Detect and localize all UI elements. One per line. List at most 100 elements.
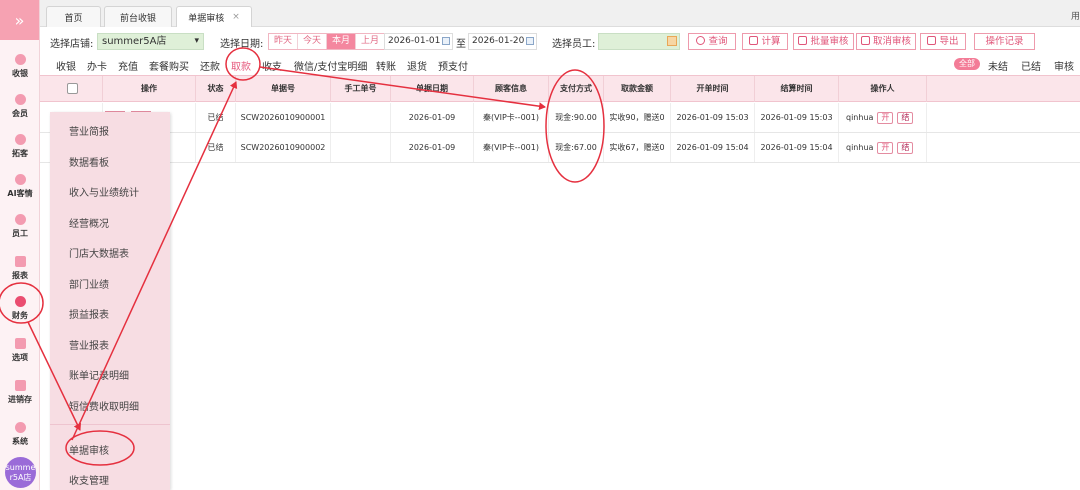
tab-label: 前台收银 [119,13,156,24]
export-button[interactable]: 导出 [920,33,966,50]
settle-badge[interactable]: 结 [897,141,914,154]
page-tab-bar: 首页 前台收银 单据审核 × 用 [40,0,1080,27]
rail-item-ai[interactable]: AI客情 [0,166,40,206]
subtab-recharge[interactable]: 充值 [118,58,138,73]
menu-item-store-big-data[interactable]: 门店大数据表 [69,245,129,260]
row-doc-no[interactable]: SCW2026010900001 [236,103,331,132]
quick-date-today[interactable]: 今天 [298,34,328,49]
row-payment: 现金:67.00 [549,133,604,162]
subtab-transfer[interactable]: 转账 [376,58,396,73]
rail-item-finance[interactable]: 财务 [0,288,40,328]
rail-item-report[interactable]: 报表 [0,248,40,288]
rail-item-system[interactable]: 系统 [0,414,40,454]
quick-date-last-month[interactable]: 上月 [356,34,384,49]
rail-item-inventory[interactable]: 进销存 [0,372,40,412]
col-header: 取款金额 [604,76,671,102]
date-separator: 至 [456,39,466,50]
row-open-time: 2026-01-09 15:03 [671,103,755,132]
rail-item-customer[interactable]: 拓客 [0,126,40,166]
query-button[interactable]: 查询 [688,33,736,50]
batch-audit-button[interactable]: 批量审核 [793,33,854,50]
menu-item-profit-loss[interactable]: 损益报表 [69,306,109,321]
col-header: 支付方式 [549,76,604,102]
subtab-repay[interactable]: 还款 [200,58,220,73]
subtab-wechat-alipay[interactable]: 微信/支付宝明细 [294,58,367,73]
menu-item-income-expense-mgmt[interactable]: 收支管理 [69,472,109,487]
rail-item-label: 进销存 [8,394,32,404]
subtab-card[interactable]: 办卡 [87,58,107,73]
col-header: 操作人 [839,76,927,102]
calc-button[interactable]: 计算 [742,33,788,50]
store-label: 选择店铺: [50,39,94,50]
menu-item-sms-fee-detail[interactable]: 短信费收取明细 [69,398,139,413]
tab-bar-edge-text: 用 [1070,12,1080,22]
rail-item-label: 会员 [12,108,28,118]
tab-doc-audit[interactable]: 单据审核 × [176,6,252,27]
status-filter-all[interactable]: 全部 [954,58,980,70]
store-select[interactable]: summer5A店 ▾ [97,33,204,50]
menu-item-revenue-stats[interactable]: 收入与业绩统计 [69,184,139,199]
table-row[interactable]: 已结 SCW2026010900002 2026-01-09 秦(VIP卡--0… [40,133,1080,163]
tab-front-cashier[interactable]: 前台收银 [104,6,172,27]
op-log-label: 操作记录 [985,36,1024,47]
rail-item-cashier[interactable]: 收银 [0,46,40,86]
menu-item-business-report[interactable]: 营业报表 [69,337,109,352]
finance-icon [14,295,26,307]
subtab-cashier[interactable]: 收银 [56,58,76,73]
open-badge[interactable]: 开 [877,141,894,154]
rail-item-label: AI客情 [7,188,33,198]
menu-item-data-dashboard[interactable]: 数据看板 [69,154,109,169]
employee-picker-icon[interactable] [667,36,677,46]
employee-label: 选择员工: [552,39,596,50]
op-log-button[interactable]: 操作记录 [974,33,1035,50]
menu-item-dept-performance[interactable]: 部门业绩 [69,276,109,291]
rail-item-options[interactable]: 选项 [0,330,40,370]
calendar-icon[interactable] [526,37,534,45]
cashier-icon [14,53,26,65]
calendar-icon[interactable] [442,37,450,45]
status-filter-settled[interactable]: 已结 [1021,58,1041,73]
quick-date-yesterday[interactable]: 昨天 [269,34,299,49]
subtab-return[interactable]: 退货 [407,58,427,73]
expand-rail-icon[interactable]: » [0,0,39,40]
table-row[interactable]: 已结 SCW2026010900001 2026-01-09 秦(VIP卡--0… [40,103,1080,133]
status-filter-open[interactable]: 未结 [988,58,1008,73]
date-to-input[interactable]: 2026-01-20 [468,33,537,50]
settle-badge[interactable]: 结 [897,111,914,124]
subtab-prepay[interactable]: 预支付 [438,58,468,73]
filter-bar: 选择店铺: summer5A店 ▾ 选择日期: 昨天 今天 本月 上月 2026… [40,30,1080,54]
tab-label: 单据审核 [188,13,225,24]
menu-item-bill-detail[interactable]: 账单记录明细 [69,367,129,382]
rail-item-label: 财务 [12,310,28,320]
row-status: 已结 [196,103,236,132]
cancel-audit-button[interactable]: 取消审核 [856,33,916,50]
calc-button-label: 计算 [761,36,781,47]
subtab-withdraw[interactable]: 取款 [231,58,251,73]
doc-type-tabs: 收银 办卡 充值 套餐购买 还款 取款 收支 微信/支付宝明细 转账 退货 预支… [40,56,1080,74]
row-doc-no[interactable]: SCW2026010900002 [236,133,331,162]
tab-home[interactable]: 首页 [46,6,101,27]
rail-item-staff[interactable]: 员工 [0,206,40,246]
menu-item-operation-overview[interactable]: 经营概况 [69,215,109,230]
date-from-input[interactable]: 2026-01-01 [384,33,453,50]
app-window: » 收银 会员 拓客 AI客情 员工 报表 财务 选项 进销存 系统 summe… [0,0,1080,490]
store-avatar[interactable]: summe r5A店 [5,457,36,488]
table-header: 操作 状态 单据号 手工单号 单据日期 顾客信息 支付方式 取款金额 开单时间 … [40,75,1080,102]
menu-item-doc-audit[interactable]: 单据审核 [69,442,109,457]
menu-item-business-brief[interactable]: 营业简报 [69,123,109,138]
row-operator-cell: qinhua 开结 [839,133,927,162]
row-settle-time: 2026-01-09 15:03 [755,103,839,132]
rail-item-label: 系统 [12,436,28,446]
row-open-time: 2026-01-09 15:04 [671,133,755,162]
close-icon[interactable]: × [232,12,240,22]
subtab-package[interactable]: 套餐购买 [149,58,189,73]
rail-item-member[interactable]: 会员 [0,86,40,126]
status-filter-audit[interactable]: 审核 [1054,58,1074,73]
open-badge[interactable]: 开 [877,111,894,124]
quick-date-this-month[interactable]: 本月 [327,34,357,49]
subtab-income-expense[interactable]: 收支 [262,58,282,73]
select-all-checkbox[interactable] [67,83,78,94]
row-settle-time: 2026-01-09 15:04 [755,133,839,162]
employee-input[interactable] [598,33,680,50]
row-operator-cell: qinhua 开结 [839,103,927,132]
